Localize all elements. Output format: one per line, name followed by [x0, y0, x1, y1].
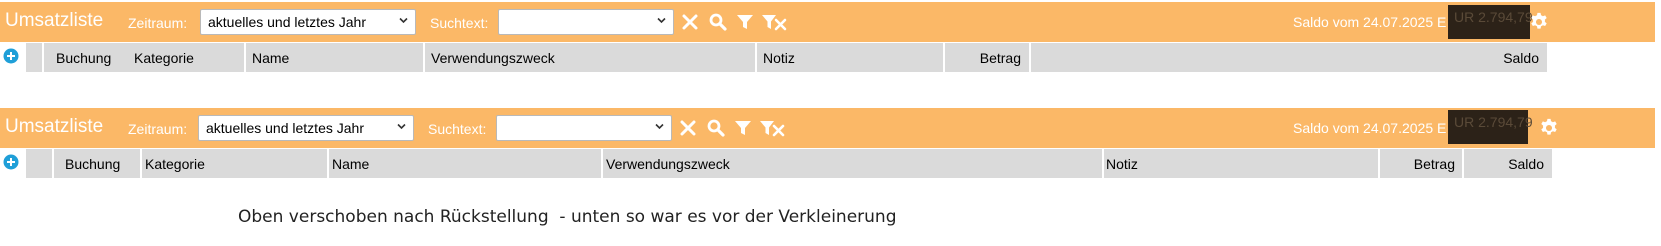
zeitraum-label: Zeitraum:: [128, 121, 188, 137]
zeitraum-select[interactable]: aktuelles und letztes Jahr: [198, 115, 414, 141]
annotation-caption: Oben verschoben nach Rückstellung - unte…: [238, 207, 897, 227]
page-title: Umsatzliste: [5, 116, 104, 137]
column-verwendungszweck[interactable]: Verwendungszweck: [603, 149, 1102, 178]
gear-icon[interactable]: [1538, 117, 1560, 139]
column-header-row: Buchung Kategorie Name Verwendungszweck …: [0, 149, 1655, 196]
add-circle-icon[interactable]: [3, 154, 19, 170]
search-icon[interactable]: [708, 12, 728, 32]
column-buchung-label: Buchung: [65, 156, 121, 172]
sort-indicator-icon: [87, 190, 97, 196]
column-saldo[interactable]: Saldo: [1464, 149, 1552, 178]
sort-indicator-icon: [78, 84, 88, 90]
column-betrag[interactable]: Betrag: [1380, 149, 1462, 178]
redacted-amount: UR 2.794,79: [1448, 5, 1533, 39]
column-header-row: Buchung Kategorie Name Verwendungszweck …: [0, 43, 1655, 90]
add-cell: [0, 149, 24, 178]
column-betrag-label: Betrag: [979, 50, 1021, 66]
column-kategorie[interactable]: Kategorie: [142, 149, 327, 178]
toolbar: Umsatzliste Zeitraum: aktuelles und letz…: [0, 2, 1655, 42]
column-kategorie[interactable]: Kategorie: [128, 43, 244, 72]
filter-icon[interactable]: [735, 12, 755, 32]
suchtext-combobox[interactable]: [498, 9, 674, 35]
chevron-down-icon: [657, 17, 666, 24]
redacted-amount: UR 2.794,79: [1448, 110, 1533, 144]
zeitraum-value: aktuelles und letztes Jahr: [208, 14, 366, 30]
clear-filter-icon[interactable]: [759, 118, 785, 138]
column-betrag[interactable]: Betrag: [945, 43, 1029, 72]
clear-x-icon[interactable]: [680, 12, 700, 32]
add-circle-icon[interactable]: [3, 48, 19, 64]
clear-x-icon[interactable]: [678, 118, 698, 138]
column-notiz-label: Notiz: [1106, 156, 1138, 172]
chevron-down-icon: [397, 123, 406, 130]
column-saldo[interactable]: Saldo: [1031, 43, 1547, 72]
chevron-down-icon: [655, 123, 664, 130]
page-title: Umsatzliste: [5, 10, 104, 31]
select-column: [26, 149, 52, 178]
column-name-label: Name: [332, 156, 370, 172]
column-verwendungszweck[interactable]: Verwendungszweck: [425, 43, 755, 72]
add-cell: [0, 43, 24, 72]
column-verwendungszweck-label: Verwendungszweck: [606, 156, 730, 172]
redacted-amount-text: UR 2.794,79: [1454, 114, 1533, 130]
zeitraum-select[interactable]: aktuelles und letztes Jahr: [200, 9, 416, 35]
column-verwendungszweck-label: Verwendungszweck: [431, 50, 555, 66]
column-name[interactable]: Name: [246, 43, 423, 72]
column-kategorie-label: Kategorie: [134, 50, 194, 66]
redacted-amount-text: UR 2.794,79: [1454, 9, 1533, 25]
column-betrag-label: Betrag: [1413, 156, 1455, 172]
chevron-down-icon: [399, 17, 408, 24]
column-saldo-label: Saldo: [1508, 156, 1544, 172]
column-notiz[interactable]: Notiz: [757, 43, 943, 72]
column-buchung-label: Buchung: [56, 50, 112, 66]
suchtext-combobox[interactable]: [496, 115, 672, 141]
saldo-text: Saldo vom 24.07.2025 E: [1293, 14, 1447, 30]
column-name-label: Name: [252, 50, 290, 66]
column-notiz[interactable]: Notiz: [1104, 149, 1378, 178]
zeitraum-value: aktuelles und letztes Jahr: [206, 120, 364, 136]
column-kategorie-label: Kategorie: [145, 156, 205, 172]
search-icon[interactable]: [706, 118, 726, 138]
column-buchung[interactable]: Buchung: [44, 43, 128, 72]
suchtext-label: Suchtext:: [430, 15, 489, 31]
select-column: [26, 43, 42, 72]
toolbar: Umsatzliste Zeitraum: aktuelles und letz…: [0, 108, 1655, 148]
zeitraum-label: Zeitraum:: [128, 15, 188, 31]
column-notiz-label: Notiz: [763, 50, 795, 66]
saldo-text: Saldo vom 24.07.2025 E: [1293, 120, 1447, 136]
suchtext-label: Suchtext:: [428, 121, 487, 137]
column-buchung[interactable]: Buchung: [54, 149, 140, 178]
filter-icon[interactable]: [733, 118, 753, 138]
column-saldo-label: Saldo: [1503, 50, 1539, 66]
clear-filter-icon[interactable]: [761, 12, 787, 32]
column-name[interactable]: Name: [329, 149, 601, 178]
gear-icon[interactable]: [1528, 11, 1550, 33]
